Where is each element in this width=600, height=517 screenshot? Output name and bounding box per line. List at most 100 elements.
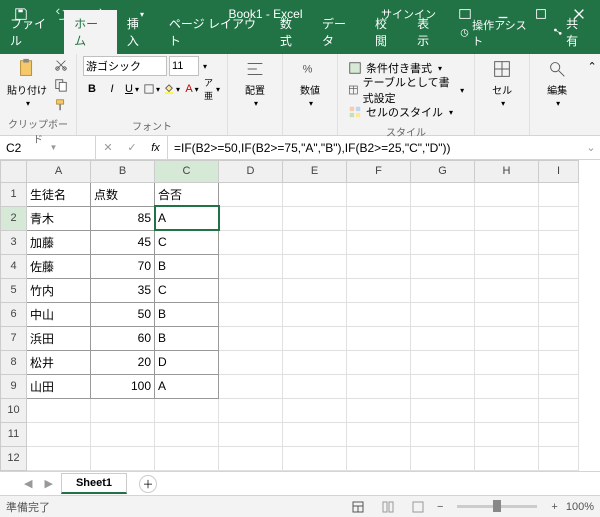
enter-formula-icon[interactable]: ✓ <box>120 141 144 154</box>
row-header[interactable]: 4 <box>1 254 27 278</box>
cell[interactable]: 生徒名 <box>27 182 91 206</box>
cell[interactable] <box>411 398 475 422</box>
cell[interactable] <box>283 446 347 470</box>
cell[interactable] <box>283 230 347 254</box>
cell[interactable] <box>539 374 579 398</box>
cell[interactable] <box>475 206 539 230</box>
bold-button[interactable]: B <box>83 80 101 98</box>
cell[interactable]: 浜田 <box>27 326 91 350</box>
cell[interactable] <box>347 230 411 254</box>
cell[interactable] <box>219 278 283 302</box>
zoom-in-button[interactable]: + <box>551 501 557 513</box>
italic-button[interactable]: I <box>103 80 121 98</box>
row-header[interactable]: 6 <box>1 302 27 326</box>
cell[interactable] <box>219 230 283 254</box>
cell[interactable] <box>411 350 475 374</box>
cell[interactable] <box>411 374 475 398</box>
cell[interactable] <box>475 350 539 374</box>
cell[interactable] <box>411 326 475 350</box>
row-header[interactable]: 5 <box>1 278 27 302</box>
tab-home[interactable]: ホーム <box>64 10 117 54</box>
tab-review[interactable]: 校閲 <box>365 10 407 54</box>
cell[interactable] <box>347 374 411 398</box>
cell[interactable] <box>283 374 347 398</box>
cell[interactable] <box>283 398 347 422</box>
cell[interactable] <box>411 230 475 254</box>
font-name-select[interactable] <box>83 56 167 76</box>
cell[interactable] <box>411 422 475 446</box>
col-header[interactable]: D <box>219 161 283 183</box>
cell[interactable] <box>347 446 411 470</box>
cell[interactable]: 60 <box>91 326 155 350</box>
cell[interactable] <box>411 446 475 470</box>
format-as-table-button[interactable]: テーブルとして書式設定 <box>344 80 468 100</box>
sheet-tab[interactable]: Sheet1 <box>61 473 127 494</box>
cell[interactable] <box>155 422 219 446</box>
cell[interactable] <box>283 326 347 350</box>
page-break-view-icon[interactable] <box>407 498 429 516</box>
row-header[interactable]: 3 <box>1 230 27 254</box>
phonetic-button[interactable]: ア亜 <box>203 80 221 98</box>
tab-layout[interactable]: ページ レイアウト <box>159 10 270 54</box>
cell[interactable] <box>283 254 347 278</box>
cell[interactable] <box>539 206 579 230</box>
sheet-nav-prev-icon[interactable]: ◀ <box>20 477 36 490</box>
alignment-button[interactable]: 配置 <box>234 56 276 108</box>
cell[interactable] <box>475 446 539 470</box>
cell[interactable] <box>91 446 155 470</box>
cell[interactable] <box>347 422 411 446</box>
tab-formulas[interactable]: 数式 <box>270 10 312 54</box>
cell[interactable]: D <box>155 350 219 374</box>
cell[interactable] <box>539 350 579 374</box>
cell-styles-button[interactable]: セルのスタイル <box>344 102 468 122</box>
copy-icon[interactable] <box>52 76 70 94</box>
tab-insert[interactable]: 挿入 <box>117 10 159 54</box>
add-sheet-button[interactable]: ＋ <box>139 475 157 493</box>
col-header[interactable]: C <box>155 161 219 183</box>
number-format-button[interactable]: % 数値 <box>289 56 331 108</box>
expand-formula-icon[interactable]: ⌄ <box>582 141 600 154</box>
cell[interactable] <box>27 422 91 446</box>
col-header[interactable]: H <box>475 161 539 183</box>
cell[interactable]: A <box>155 206 219 230</box>
tab-share[interactable]: 共有 <box>542 10 600 54</box>
cell[interactable]: B <box>155 254 219 278</box>
font-size-select[interactable] <box>169 56 199 76</box>
cell[interactable] <box>539 302 579 326</box>
cell[interactable] <box>539 278 579 302</box>
cut-icon[interactable] <box>52 56 70 74</box>
cancel-formula-icon[interactable]: ✕ <box>96 141 120 154</box>
cell[interactable] <box>539 398 579 422</box>
cell[interactable] <box>219 446 283 470</box>
cell[interactable] <box>219 422 283 446</box>
cell[interactable] <box>347 350 411 374</box>
col-header[interactable]: G <box>411 161 475 183</box>
cell[interactable] <box>91 398 155 422</box>
cell[interactable]: 竹内 <box>27 278 91 302</box>
cell[interactable] <box>411 302 475 326</box>
cell[interactable]: 加藤 <box>27 230 91 254</box>
row-header[interactable]: 7 <box>1 326 27 350</box>
cell[interactable]: 松井 <box>27 350 91 374</box>
cell[interactable]: 100 <box>91 374 155 398</box>
cell[interactable]: 85 <box>91 206 155 230</box>
row-header[interactable]: 10 <box>1 398 27 422</box>
cells-button[interactable]: セル <box>481 56 523 108</box>
cell[interactable]: B <box>155 326 219 350</box>
cell[interactable]: 合否 <box>155 182 219 206</box>
tab-file[interactable]: ファイル <box>0 10 64 54</box>
border-button[interactable] <box>143 80 161 98</box>
cell[interactable] <box>219 350 283 374</box>
cell[interactable] <box>27 398 91 422</box>
cell[interactable]: 佐藤 <box>27 254 91 278</box>
cell[interactable] <box>283 278 347 302</box>
cell[interactable] <box>219 182 283 206</box>
cell[interactable] <box>219 398 283 422</box>
cell[interactable]: 中山 <box>27 302 91 326</box>
worksheet[interactable]: ABCDEFGHI1生徒名点数合否2青木85A3加藤45C4佐藤70B5竹内35… <box>0 160 600 471</box>
cell[interactable] <box>347 326 411 350</box>
format-painter-icon[interactable] <box>52 96 70 114</box>
cell[interactable] <box>411 278 475 302</box>
cell[interactable] <box>219 254 283 278</box>
cell[interactable]: A <box>155 374 219 398</box>
